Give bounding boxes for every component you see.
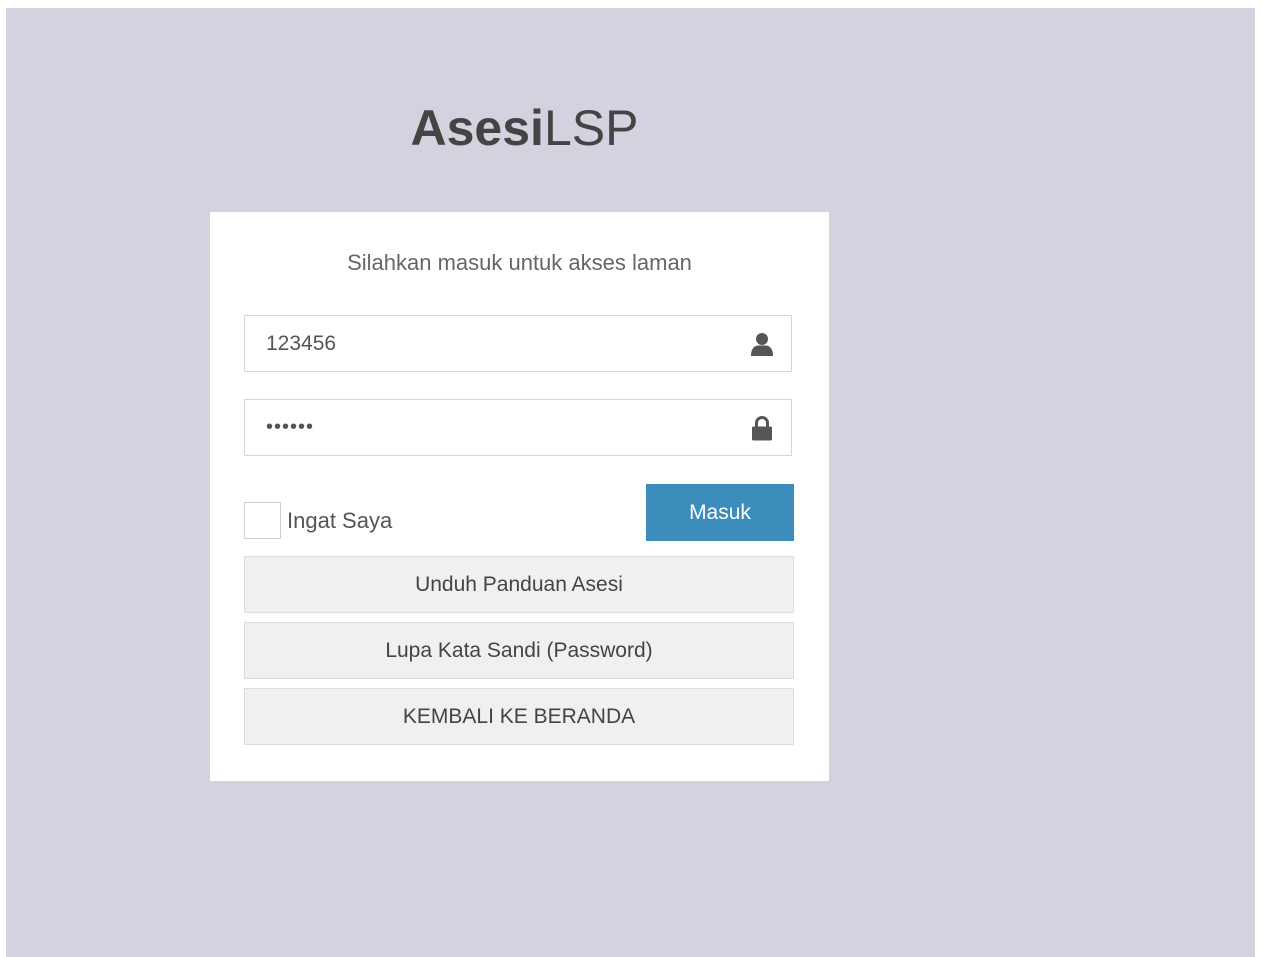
app-logo[interactable]: AsesiLSP xyxy=(6,98,1043,158)
username-field[interactable] xyxy=(244,315,792,372)
user-icon xyxy=(751,333,773,356)
lock-icon xyxy=(752,416,772,441)
back-home-button[interactable]: KEMBALI KE BERANDA xyxy=(244,688,794,745)
remember-label: Ingat Saya xyxy=(287,507,393,533)
login-box: Silahkan masuk untuk akses laman Ingat S… xyxy=(210,212,829,781)
forgot-password-button[interactable]: Lupa Kata Sandi (Password) xyxy=(244,622,794,679)
login-button[interactable]: Masuk xyxy=(646,484,794,541)
logo-light-text: LSP xyxy=(543,100,639,156)
login-subtitle: Silahkan masuk untuk akses laman xyxy=(347,250,692,275)
remember-checkbox[interactable] xyxy=(244,502,281,539)
remember-me[interactable]: Ingat Saya xyxy=(244,502,392,539)
logo-bold-text: Asesi xyxy=(410,100,544,156)
password-input[interactable] xyxy=(245,400,791,455)
page-background: AsesiLSP Silahkan masuk untuk akses lama… xyxy=(6,8,1255,957)
download-guide-button[interactable]: Unduh Panduan Asesi xyxy=(244,556,794,613)
password-field[interactable] xyxy=(244,399,792,456)
username-input[interactable] xyxy=(245,316,791,371)
